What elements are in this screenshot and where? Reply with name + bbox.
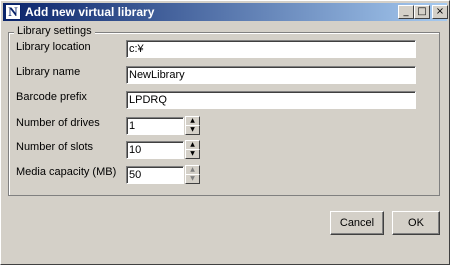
window-title: Add new virtual library [25, 5, 155, 19]
number-of-drives-spinner: ▲ ▼ [185, 116, 200, 135]
barcode-prefix-label: Barcode prefix [16, 91, 87, 103]
number-of-slots-label: Number of slots [16, 141, 94, 153]
app-icon: N [5, 4, 21, 20]
title-bar[interactable]: N Add new virtual library _ □ × [3, 3, 448, 21]
ok-button[interactable]: OK [392, 211, 440, 235]
group-title: Library settings [14, 25, 95, 37]
close-button[interactable]: × [432, 5, 448, 19]
number-of-slots-input[interactable]: 10 [126, 141, 184, 159]
library-name-input[interactable]: NewLibrary [126, 66, 416, 84]
barcode-prefix-input[interactable]: LPDRQ [126, 91, 416, 109]
library-location-label: Library location [16, 41, 91, 53]
minimize-button[interactable]: _ [398, 5, 414, 19]
slots-decrement-button[interactable]: ▼ [185, 149, 200, 159]
drives-decrement-button[interactable]: ▼ [185, 125, 200, 135]
media-capacity-spinner: ▲ ▼ [185, 165, 200, 184]
cancel-button[interactable]: Cancel [330, 211, 384, 235]
media-capacity-input[interactable]: 50 [126, 166, 184, 184]
maximize-button[interactable]: □ [414, 5, 430, 19]
library-location-input[interactable]: c:¥ [126, 40, 416, 58]
number-of-slots-spinner: ▲ ▼ [185, 140, 200, 159]
capacity-decrement-button[interactable]: ▼ [185, 174, 200, 184]
number-of-drives-label: Number of drives [16, 117, 100, 129]
media-capacity-label: Media capacity (MB) [16, 166, 117, 178]
library-name-label: Library name [16, 66, 81, 78]
number-of-drives-input[interactable]: 1 [126, 117, 184, 135]
